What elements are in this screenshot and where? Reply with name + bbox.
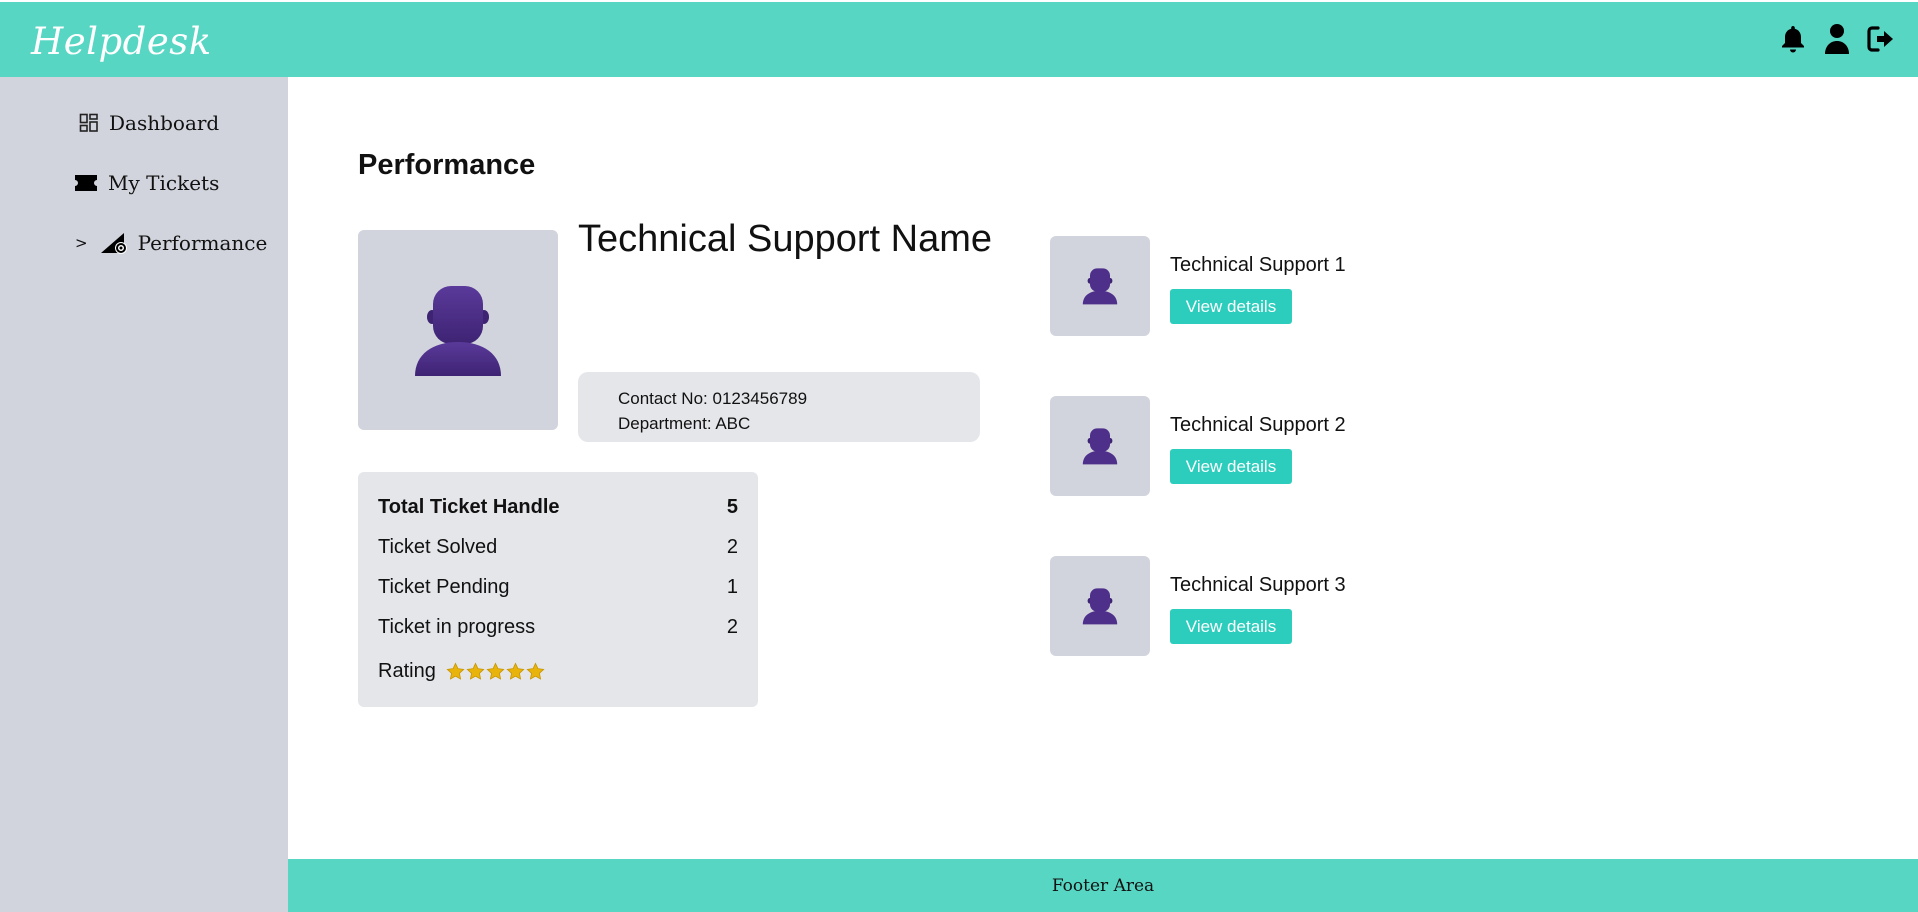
stat-row-pending: Ticket Pending 1: [378, 576, 738, 599]
avatar-icon: [415, 286, 501, 376]
sidebar-item-label: Performance: [137, 231, 268, 255]
support-avatar: [1050, 236, 1150, 336]
avatar-icon: [1082, 268, 1118, 305]
stat-value: 2: [726, 536, 738, 558]
support-avatar: [1050, 556, 1150, 656]
page-title: Performance: [358, 149, 536, 181]
stat-label: Ticket Pending: [378, 576, 510, 598]
stat-label: Ticket in progress: [378, 616, 536, 638]
contact-number: Contact No: 0123456789: [618, 389, 808, 408]
sidebar-item-label: Dashboard: [109, 111, 220, 135]
sidebar-item-performance[interactable]: > Performance: [75, 231, 267, 255]
support-card-2: Technical Support 2 View details: [1050, 396, 1500, 496]
sidebar-item-my-tickets[interactable]: My Tickets: [74, 171, 219, 195]
stat-row-in-progress: Ticket in progress 2: [378, 616, 738, 639]
sidebar-item-dashboard[interactable]: Dashboard: [79, 111, 219, 135]
view-details-button[interactable]: View details: [1170, 609, 1292, 644]
rating-label: Rating: [378, 660, 436, 682]
logout-icon[interactable]: [1866, 22, 1896, 56]
support-avatar: [1050, 396, 1150, 496]
contact-info-box: Contact No: 0123456789 Department: ABC: [578, 372, 980, 442]
view-details-button[interactable]: View details: [1170, 289, 1292, 324]
profile-avatar: [358, 230, 558, 430]
dashboard-grid-icon: [79, 113, 99, 133]
sidebar: Dashboard My Tickets > Performance: [0, 77, 288, 912]
star-icon: [486, 662, 505, 680]
ticket-stats-box: Total Ticket Handle 5 Ticket Solved 2 Ti…: [358, 472, 758, 707]
stat-value: 5: [726, 496, 738, 518]
technical-support-name: Technical Support Name: [578, 218, 992, 260]
stat-row-solved: Ticket Solved 2: [378, 536, 738, 559]
performance-gauge-icon: [100, 231, 128, 255]
active-marker: >: [75, 234, 88, 252]
star-icon: [526, 662, 545, 680]
support-card-3: Technical Support 3 View details: [1050, 556, 1500, 656]
user-icon[interactable]: [1822, 22, 1852, 56]
stat-label: Ticket Solved: [378, 536, 498, 558]
sidebar-item-label: My Tickets: [108, 171, 220, 195]
star-icon: [466, 662, 485, 680]
support-name: Technical Support 3: [1170, 574, 1346, 596]
top-header: Helpdesk: [0, 2, 1918, 77]
brand-logo[interactable]: Helpdesk: [31, 20, 212, 63]
star-icon: [446, 662, 465, 680]
stat-value: 1: [726, 576, 738, 598]
stat-value: 2: [726, 616, 738, 638]
bell-icon[interactable]: [1778, 22, 1808, 56]
ticket-icon: [74, 174, 98, 192]
view-details-button[interactable]: View details: [1170, 449, 1292, 484]
support-name: Technical Support 2: [1170, 414, 1346, 436]
stat-label: Total Ticket Handle: [378, 496, 560, 518]
avatar-icon: [1082, 428, 1118, 465]
support-name: Technical Support 1: [1170, 254, 1346, 276]
support-card-1: Technical Support 1 View details: [1050, 236, 1500, 336]
department: Department: ABC: [618, 414, 751, 433]
rating-row: Rating: [378, 660, 545, 683]
star-icon: [506, 662, 525, 680]
stat-row-total: Total Ticket Handle 5: [378, 496, 738, 519]
header-actions: [1778, 22, 1896, 56]
avatar-icon: [1082, 588, 1118, 625]
footer: Footer Area: [288, 859, 1918, 912]
rating-stars: [446, 662, 545, 681]
